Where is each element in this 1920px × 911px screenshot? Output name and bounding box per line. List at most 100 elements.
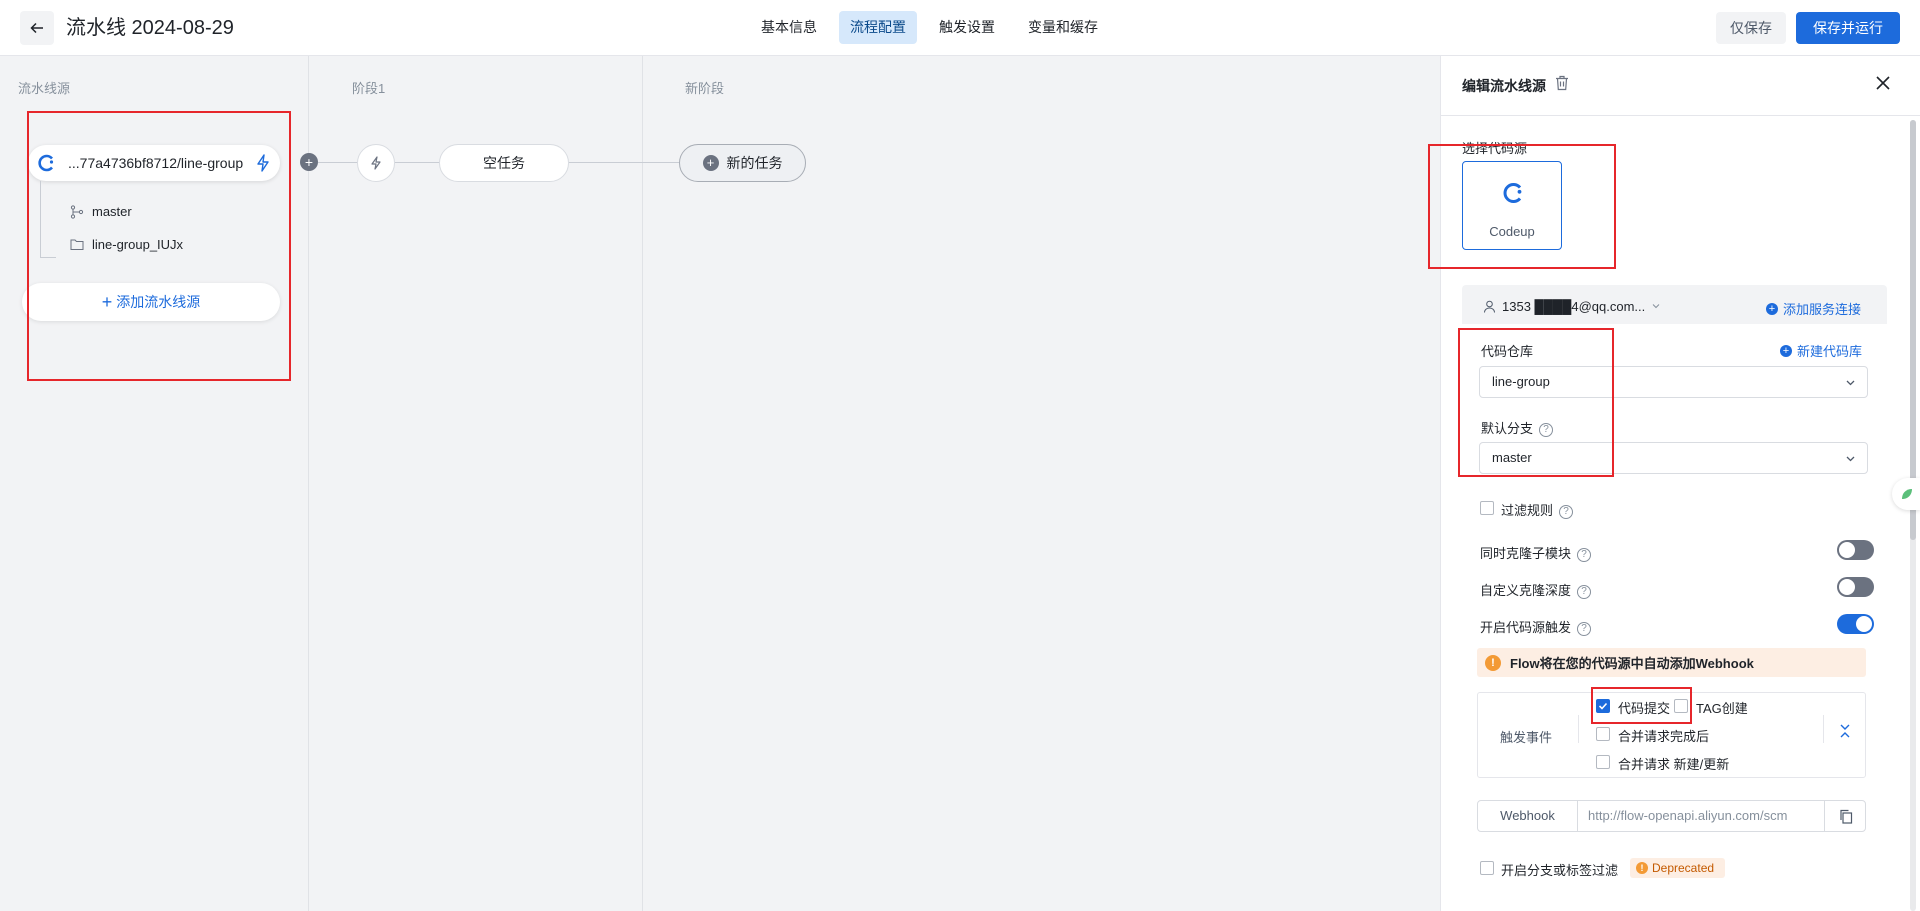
arrow-left-icon [30,22,43,34]
trigger-events-label: 触发事件 [1500,730,1553,745]
scrollbar-thumb[interactable] [1910,120,1916,540]
user-icon [1484,300,1495,313]
new-task-button[interactable]: + 新的任务 [679,144,806,182]
branch-select[interactable]: master [1479,442,1868,474]
back-button[interactable] [20,11,54,45]
tab-trigger-settings[interactable]: 触发设置 [928,11,1006,44]
plus-circle-icon: + [702,155,719,171]
connector-line [318,162,357,163]
tag-create-checkbox[interactable] [1674,699,1688,713]
pipeline-canvas: 流水线源 阶段1 新阶段 ...77a4736bf8712/line-group… [0,56,1440,911]
source-branch-row: master [70,204,132,219]
help-icon[interactable]: ? [1539,422,1554,437]
codeup-label: Codeup [1489,224,1535,239]
webhook-label: Webhook [1478,801,1578,831]
save-and-run-button[interactable]: 保存并运行 [1796,12,1900,44]
branch-label-text: 默认分支 [1481,421,1534,436]
close-icon[interactable] [1873,73,1893,93]
code-commit-checkbox[interactable] [1596,699,1610,713]
tree-connector [40,181,41,257]
add-stage-plus-icon[interactable]: + [300,153,318,171]
tab-flow-config[interactable]: 流程配置 [839,11,917,44]
plus-icon: + [101,292,113,312]
codeup-logo-icon [1503,183,1522,203]
trash-icon[interactable] [1555,75,1569,91]
connector-line [569,162,679,163]
panel-title: 编辑流水线源 [1462,78,1546,94]
add-service-connection-link[interactable]: + 添加服务连接 [1766,299,1861,318]
mr-done-checkbox[interactable] [1596,727,1610,741]
tree-connector [40,257,56,258]
warning-icon: ! [1636,862,1648,874]
divider [1824,801,1825,831]
stage1-column-title[interactable]: 阶段1 [352,78,385,97]
account-label: 1353 ████4@qq.com... [1502,298,1646,314]
webhook-url[interactable]: http://flow-openapi.aliyun.com/scm [1588,801,1820,831]
empty-task-node[interactable]: 空任务 [439,144,569,182]
mr-new-checkbox[interactable] [1596,755,1610,769]
leaf-icon [1902,489,1912,499]
clone-depth-text: 自定义克隆深度 [1480,583,1572,598]
edit-source-panel: 编辑流水线源 选择代码源 Codeup 1353 ████4@qq.com...… [1428,56,1920,911]
column-divider [308,56,309,911]
source-trigger-label: 开启代码源触发? [1480,617,1592,636]
codeup-logo-icon [38,154,54,172]
copy-icon[interactable] [1839,809,1853,824]
trigger-events-box: 触发事件 代码提交 TAG创建 合并请求完成后 合并请求 新建/更新 [1477,692,1866,778]
filter-rules-label: 过滤规则? [1501,500,1574,519]
repo-select-value: line-group [1492,374,1550,389]
new-task-label: 新的任务 [726,155,783,171]
branch-tag-filter-checkbox[interactable] [1480,861,1494,875]
help-icon[interactable]: ? [1577,621,1592,636]
divider [1823,715,1824,743]
new-stage-column-title[interactable]: 新阶段 [685,78,724,97]
branch-label: 默认分支? [1481,418,1554,437]
deprecated-label: Deprecated [1652,861,1715,875]
tab-variables-cache[interactable]: 变量和缓存 [1017,11,1109,44]
help-icon[interactable]: ? [1577,547,1592,562]
tag-create-label: TAG创建 [1696,701,1748,716]
assistant-side-tab[interactable] [1892,478,1920,510]
repo-label: 代码仓库 [1481,344,1534,359]
clone-submodules-text: 同时克隆子模块 [1480,546,1572,561]
webhook-warning: ! Flow将在您的代码源中自动添加Webhook [1477,648,1866,677]
clone-submodules-toggle[interactable] [1837,540,1874,560]
clone-depth-toggle[interactable] [1837,577,1874,597]
divider [1578,715,1579,743]
connector-line [395,162,439,163]
new-repo-link[interactable]: + 新建代码库 [1780,341,1862,360]
source-branch-label: master [92,204,132,219]
collapse-chevrons-icon[interactable] [1838,723,1852,739]
mr-done-label: 合并请求完成后 [1618,729,1710,744]
panel-header: 编辑流水线源 [1441,56,1920,116]
branch-icon [70,204,84,219]
codeup-source-option[interactable]: Codeup [1462,161,1562,250]
pipeline-source-card[interactable]: ...77a4736bf8712/line-group [28,145,280,181]
tab-basic-info[interactable]: 基本信息 [750,11,828,44]
plus-circle-icon: + [1766,302,1778,315]
column-divider [642,56,643,911]
clone-depth-label: 自定义克隆深度? [1480,580,1592,599]
chevron-down-icon [1652,304,1660,309]
source-trigger-toggle[interactable] [1837,614,1874,634]
plus-circle-icon: + [1780,344,1792,357]
lightning-icon [371,156,381,170]
stage-trigger-node[interactable] [357,144,395,182]
clone-submodules-label: 同时克隆子模块? [1480,543,1592,562]
add-source-label: 添加流水线源 [116,294,201,310]
repo-select[interactable]: line-group [1479,366,1868,398]
webhook-warning-text: Flow将在您的代码源中自动添加Webhook [1510,656,1754,671]
deprecated-badge: ! Deprecated [1630,858,1725,878]
source-trigger-text: 开启代码源触发 [1480,620,1572,635]
top-header: 流水线 2024-08-29 基本信息 流程配置 触发设置 变量和缓存 仅保存 … [0,0,1920,56]
add-service-connection-label: 添加服务连接 [1783,302,1862,317]
filter-rules-text: 过滤规则 [1501,503,1554,518]
add-pipeline-source-button[interactable]: + 添加流水线源 [22,283,280,321]
help-icon[interactable]: ? [1559,504,1574,519]
source-column-title: 流水线源 [18,81,71,96]
lightning-icon[interactable] [256,154,270,172]
save-only-button[interactable]: 仅保存 [1716,12,1786,44]
filter-rules-checkbox[interactable] [1480,501,1494,515]
tab-bar: 基本信息 流程配置 触发设置 变量和缓存 [750,11,1109,44]
help-icon[interactable]: ? [1577,584,1592,599]
